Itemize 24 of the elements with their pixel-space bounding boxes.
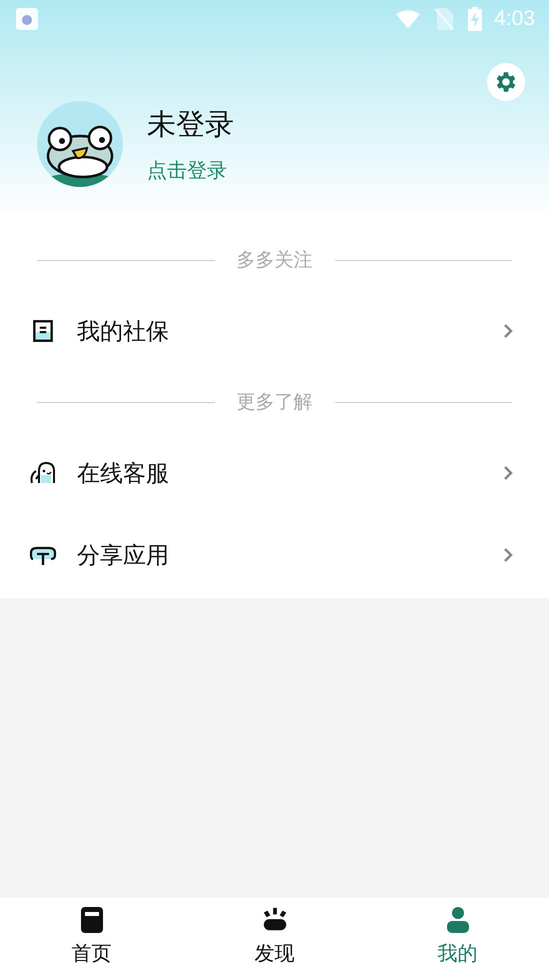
menu-item[interactable]: 在线客服 (0, 432, 549, 514)
nav-tab[interactable]: 发现 (183, 898, 366, 976)
chevron-right-icon (503, 547, 513, 563)
username: 未登录 (147, 106, 234, 142)
menu-item-label: 我的社保 (77, 318, 170, 346)
section-title: 多多关注 (236, 248, 312, 273)
menu-item[interactable]: 我的社保 (0, 290, 549, 372)
section-title: 更多了解 (236, 390, 312, 415)
login-link[interactable]: 点击登录 (147, 156, 234, 184)
chevron-right-icon (503, 465, 513, 481)
settings-button[interactable] (487, 63, 525, 101)
menu-item[interactable]: 分享应用 (0, 514, 549, 596)
menu-item-label: 在线客服 (77, 460, 170, 488)
avatar-frog-icon (37, 101, 123, 187)
chevron-right-icon (503, 323, 513, 339)
nav-tab[interactable]: 首页 (0, 898, 183, 976)
wifi-icon (396, 8, 420, 30)
nav-tab[interactable]: 我的 (366, 898, 549, 976)
status-time: 4:03 (494, 7, 535, 31)
waving-ghost-icon (29, 460, 57, 486)
battery-charging-icon (468, 7, 482, 31)
menu-item-label: 分享应用 (77, 542, 170, 570)
notification-icon (16, 8, 38, 30)
no-sim-icon (432, 8, 456, 30)
